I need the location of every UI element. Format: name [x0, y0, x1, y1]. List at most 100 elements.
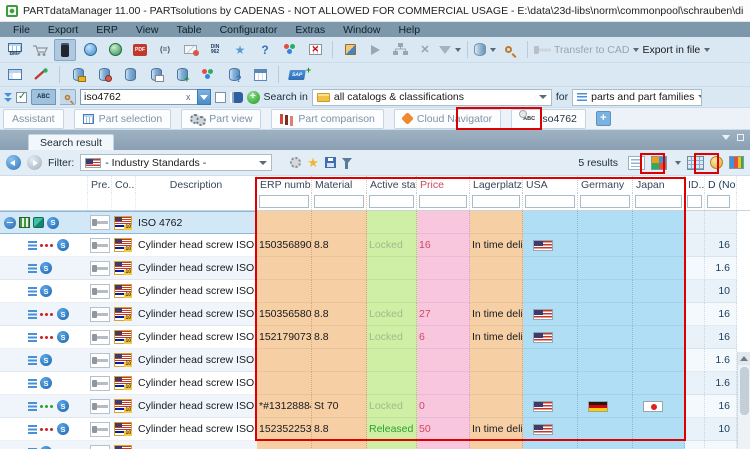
price-cell[interactable]: 16 — [417, 234, 470, 257]
table-row[interactable]: S 10 Cylinder head screw ISO 4762 ... 15… — [0, 418, 737, 441]
material-cell[interactable] — [312, 441, 367, 449]
active-status-cell[interactable] — [367, 372, 417, 395]
lagerplatz-cell[interactable]: In time deli... — [470, 303, 523, 326]
db-add-button[interactable] — [171, 64, 193, 86]
preview-cell[interactable] — [88, 441, 112, 449]
column-config-icon[interactable] — [729, 156, 744, 169]
id-cell[interactable] — [685, 303, 705, 326]
column-header-description[interactable]: Description — [136, 176, 257, 193]
japan-cell[interactable] — [633, 211, 685, 234]
db-query-button[interactable] — [223, 64, 245, 86]
search-scope-combobox[interactable]: parts and part families — [572, 89, 702, 106]
erp-number-cell[interactable] — [257, 372, 312, 395]
japan-cell[interactable] — [633, 418, 685, 441]
preview-cell[interactable] — [88, 234, 112, 257]
search-input[interactable] — [80, 89, 198, 105]
id-cell[interactable] — [685, 234, 705, 257]
japan-cell[interactable] — [633, 441, 685, 449]
tab-search-iso4762[interactable]: ABCiso4762 — [511, 109, 586, 129]
search-option-checkbox[interactable] — [16, 92, 27, 103]
column-view-button[interactable] — [54, 39, 76, 61]
material-cell[interactable] — [312, 211, 367, 234]
d-norm-cell[interactable]: 16 — [705, 326, 737, 349]
preview-cell[interactable] — [88, 326, 112, 349]
germany-cell[interactable] — [578, 441, 633, 449]
exact-match-checkbox[interactable] — [215, 92, 226, 103]
active-status-cell[interactable] — [367, 211, 417, 234]
active-status-cell[interactable]: Locked — [367, 326, 417, 349]
germany-cell[interactable] — [578, 349, 633, 372]
order-cart-button[interactable] — [29, 39, 51, 61]
export-in-file-button[interactable]: Export in file — [642, 39, 710, 61]
column-header-country[interactable]: Co... — [112, 176, 136, 193]
tab-cloud-navigator[interactable]: Cloud Navigator — [394, 109, 501, 129]
history-clock-icon[interactable] — [710, 156, 723, 169]
column-header-material[interactable]: Material — [312, 176, 367, 193]
japan-cell[interactable] — [633, 372, 685, 395]
id-cell[interactable] — [685, 211, 705, 234]
description-cell[interactable]: Cylinder head screw ISO 4762 ... — [136, 418, 257, 441]
add-search-icon[interactable] — [247, 91, 260, 104]
active-status-cell[interactable] — [367, 280, 417, 303]
japan-cell[interactable] — [633, 349, 685, 372]
tab-part-comparison[interactable]: Part comparison — [271, 109, 383, 129]
filter-input-id[interactable] — [687, 195, 702, 208]
search-history-dropdown[interactable] — [197, 89, 211, 105]
tolerance-tool-button[interactable]: ✕ — [414, 39, 436, 61]
lagerplatz-cell[interactable] — [470, 280, 523, 303]
filter-input-material[interactable] — [314, 195, 364, 208]
germany-cell[interactable] — [578, 280, 633, 303]
lagerplatz-cell[interactable] — [470, 211, 523, 234]
usa-cell[interactable] — [523, 303, 578, 326]
help-button[interactable]: ? — [254, 39, 276, 61]
web-export-button[interactable] — [79, 39, 101, 61]
scroll-up-button[interactable] — [738, 352, 750, 365]
d-norm-cell[interactable]: 16 — [705, 395, 737, 418]
erp-number-cell[interactable] — [257, 280, 312, 303]
menu-item-file[interactable]: File — [4, 24, 39, 36]
panel-float-icon[interactable] — [737, 134, 744, 141]
3d-view-button[interactable] — [339, 39, 361, 61]
tab-part-view[interactable]: Part view — [181, 109, 261, 129]
menu-item-configurator[interactable]: Configurator — [211, 24, 287, 36]
tab-part-selection[interactable]: Part selection — [74, 109, 172, 129]
selection-tool-button[interactable] — [364, 39, 386, 61]
d-norm-cell[interactable]: 10 — [705, 418, 737, 441]
column-header-erp[interactable]: ERP number — [257, 176, 312, 193]
preview-cell[interactable] — [88, 211, 112, 234]
column-header-preview[interactable]: Pre... — [88, 176, 112, 193]
description-cell[interactable]: Cylinder head screw ISO 4762 ... — [136, 349, 257, 372]
lagerplatz-cell[interactable]: In time deli... — [470, 234, 523, 257]
japan-cell[interactable] — [633, 303, 685, 326]
description-cell[interactable]: Cylinder head screw ISO 4762 ... — [136, 280, 257, 303]
description-cell[interactable]: Cylinder head screw ISO 4762 ... — [136, 257, 257, 280]
search-in-combobox[interactable]: all catalogs & classifications — [312, 89, 552, 106]
germany-cell[interactable] — [578, 395, 633, 418]
tab-assistant[interactable]: Assistant — [3, 109, 64, 129]
id-cell[interactable] — [685, 418, 705, 441]
price-cell[interactable]: 0 — [417, 395, 470, 418]
usa-cell[interactable] — [523, 280, 578, 303]
price-cell[interactable] — [417, 349, 470, 372]
price-cell[interactable]: 6 — [417, 326, 470, 349]
transfer-to-cad-button[interactable]: Transfer to CAD — [534, 39, 639, 61]
erp-number-cell[interactable] — [257, 211, 312, 234]
germany-cell[interactable] — [578, 211, 633, 234]
filter-input-germany[interactable] — [580, 195, 630, 208]
table-row[interactable]: S 10 Cylinder head screw ISO 4762 ... 1.… — [0, 257, 737, 280]
dictionary-icon[interactable] — [230, 92, 243, 103]
menu-item-extras[interactable]: Extras — [286, 24, 334, 36]
germany-cell[interactable] — [578, 326, 633, 349]
active-status-cell[interactable] — [367, 257, 417, 280]
expand-search-icon[interactable] — [4, 93, 12, 102]
description-cell[interactable]: Cylinder head screw ISO 4762 ... — [136, 303, 257, 326]
active-status-cell[interactable] — [367, 441, 417, 449]
text-search-toggle[interactable]: ABC — [31, 89, 56, 105]
expand-button[interactable] — [4, 217, 16, 229]
d-norm-cell[interactable]: 1.6 — [705, 349, 737, 372]
table-row[interactable]: S 10 Cylinder head screw ISO 4762 ... 1.… — [0, 372, 737, 395]
erp-number-cell[interactable]: 15235225360 — [257, 418, 312, 441]
zoom-button[interactable] — [499, 39, 521, 61]
japan-cell[interactable] — [633, 395, 685, 418]
id-cell[interactable] — [685, 349, 705, 372]
